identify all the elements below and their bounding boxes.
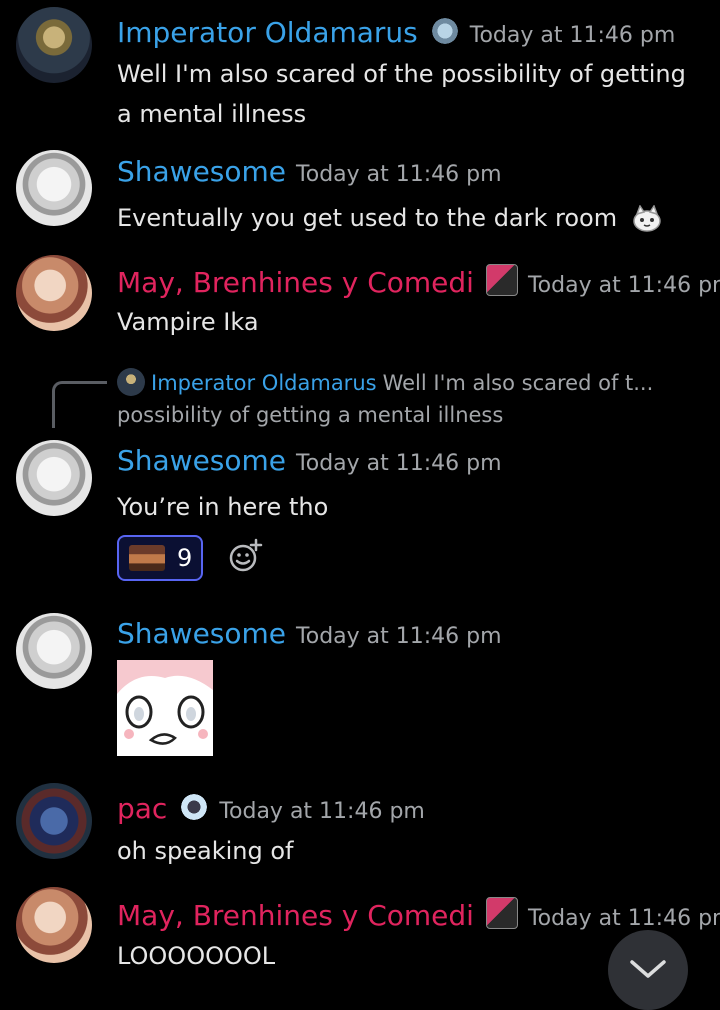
flag-badge-icon xyxy=(485,897,518,929)
message-text: oh speaking of xyxy=(117,837,294,865)
timestamp: Today at 11:46 pm xyxy=(296,451,502,476)
hex-badge-icon xyxy=(179,792,210,822)
avatar[interactable] xyxy=(16,613,92,689)
author-name[interactable]: Shawesome xyxy=(117,155,286,188)
avatar[interactable] xyxy=(16,783,92,859)
author-name[interactable]: pac xyxy=(117,792,167,825)
avatar[interactable] xyxy=(16,7,92,83)
timestamp: Today at 11:46 pm xyxy=(296,624,502,649)
reply-connector-line xyxy=(52,381,107,428)
reply-avatar xyxy=(117,368,145,396)
message-header: pac Today at 11:46 pm xyxy=(117,788,425,825)
reaction-count: 9 xyxy=(177,544,193,572)
timestamp: Today at 11:46 pm xyxy=(296,162,502,187)
message-text: Eventually you get used to the dark room xyxy=(117,204,618,232)
avatar[interactable] xyxy=(16,440,92,516)
author-name[interactable]: Shawesome xyxy=(117,444,286,477)
message-header: Shawesome Today at 11:46 pm xyxy=(117,155,502,188)
author-name[interactable]: Imperator Oldamarus xyxy=(117,16,418,49)
author-name[interactable]: May, Brenhines y Comedi xyxy=(117,266,474,299)
anime-girl-sticker[interactable] xyxy=(117,660,213,756)
add-reaction-icon[interactable] xyxy=(227,538,263,574)
reaction-button[interactable]: 9 xyxy=(117,535,203,581)
message-text: Vampire Ika xyxy=(117,308,259,336)
flag-badge-icon xyxy=(485,264,518,296)
face-emoji-icon xyxy=(129,545,165,571)
timestamp: Today at 11:46 pm xyxy=(469,23,676,48)
message-header: May, Brenhines y Comedi Today at 11:46 p… xyxy=(117,893,720,932)
message-header: May, Brenhines y Comedi Today at 11:46 p… xyxy=(117,260,720,299)
avatar[interactable] xyxy=(16,255,92,331)
message-header: Imperator Oldamarus Today at 11:46 pm xyxy=(117,12,675,49)
author-name[interactable]: May, Brenhines y Comedi xyxy=(117,899,474,932)
reply-author-name[interactable]: Imperator Oldamarus xyxy=(151,371,377,395)
scroll-to-bottom-button[interactable] xyxy=(608,930,688,1010)
message-header: Shawesome Today at 11:46 pm xyxy=(117,444,502,477)
message-text: Well I'm also scared of the possibility … xyxy=(117,60,686,128)
reply-preview[interactable]: Imperator Oldamarus Well I'm also scared … xyxy=(117,367,677,431)
chevron-down-icon xyxy=(630,960,666,978)
timestamp: Today at 11:46 pm xyxy=(527,273,720,298)
author-name[interactable]: Shawesome xyxy=(117,617,286,650)
avatar[interactable] xyxy=(16,887,92,963)
avatar[interactable] xyxy=(16,150,92,226)
message-header: Shawesome Today at 11:46 pm xyxy=(117,617,502,650)
message-text-line: Eventually you get used to the dark room xyxy=(117,198,707,238)
timestamp: Today at 11:46 pm xyxy=(527,906,720,931)
timestamp: Today at 11:46 pm xyxy=(219,799,425,824)
cat-emoji-icon[interactable] xyxy=(631,204,663,233)
gear-badge-icon xyxy=(429,16,460,46)
message-text: You’re in here tho xyxy=(117,493,329,521)
